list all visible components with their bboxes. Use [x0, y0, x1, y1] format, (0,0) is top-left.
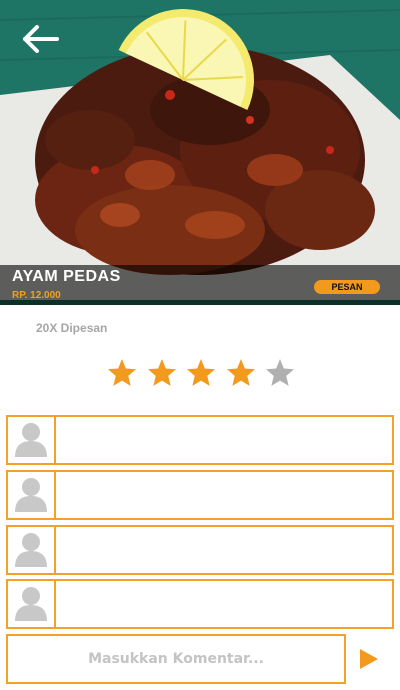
arrow-left-icon: [23, 25, 59, 53]
play-triangle-icon: [360, 649, 378, 669]
star-filled-icon[interactable]: [106, 357, 138, 389]
avatar: [8, 527, 56, 573]
order-button[interactable]: PESAN: [314, 280, 380, 294]
comment-item: [6, 470, 394, 520]
star-filled-icon[interactable]: [185, 357, 217, 389]
user-placeholder-icon: [15, 478, 47, 512]
avatar: [8, 581, 56, 627]
comment-item: [6, 415, 394, 465]
order-count-text: 20X Dipesan: [36, 321, 108, 335]
avatar: [8, 417, 56, 463]
comment-item: [6, 579, 394, 629]
star-filled-icon[interactable]: [146, 357, 178, 389]
back-button[interactable]: [18, 22, 62, 56]
rating-stars[interactable]: [106, 357, 296, 393]
comment-item: [6, 525, 394, 575]
send-button[interactable]: [354, 644, 384, 674]
user-placeholder-icon: [15, 533, 47, 567]
user-placeholder-icon: [15, 587, 47, 621]
user-placeholder-icon: [15, 423, 47, 457]
dish-hero-image: [0, 0, 400, 305]
comment-input[interactable]: [6, 634, 346, 684]
avatar: [8, 472, 56, 518]
star-empty-icon[interactable]: [264, 357, 296, 389]
dish-name: AYAM PEDAS: [12, 268, 121, 285]
star-filled-icon[interactable]: [225, 357, 257, 389]
dish-price: RP. 12.000: [12, 290, 61, 301]
